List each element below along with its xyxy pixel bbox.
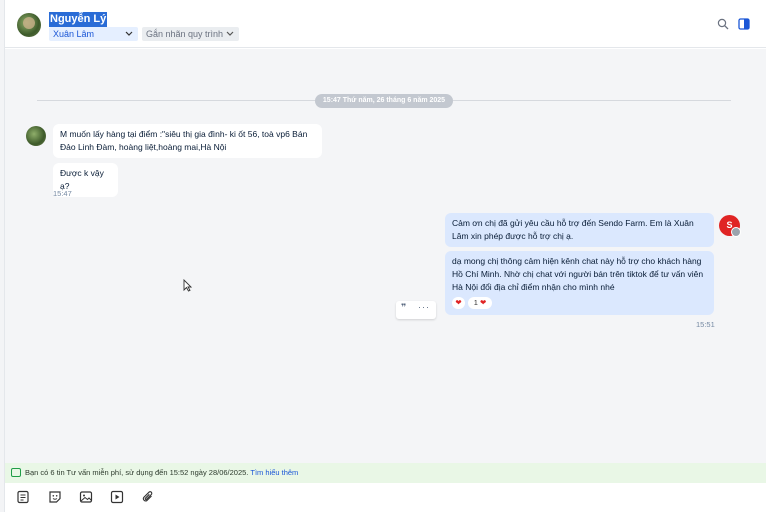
date-separator: 15:47 Thứ năm, 26 tháng 6 năm 2025 bbox=[315, 94, 453, 108]
heart-icon[interactable]: ❤ bbox=[452, 297, 465, 309]
message-area[interactable]: 15:47 Thứ năm, 26 tháng 6 năm 2025 M muố… bbox=[5, 49, 766, 463]
image-icon[interactable] bbox=[79, 490, 93, 504]
chat-bubble-icon bbox=[11, 468, 21, 477]
message-time: 15:51 bbox=[696, 320, 715, 329]
outgoing-message-text: dạ mong chị thông cảm hiện kênh chat này… bbox=[452, 256, 704, 292]
outgoing-message[interactable]: Cảm ơn chị đã gửi yêu cầu hỗ trợ đến Sen… bbox=[445, 213, 714, 247]
mouse-cursor-icon bbox=[183, 279, 192, 292]
chevron-down-icon bbox=[226, 27, 234, 45]
note-icon[interactable] bbox=[16, 490, 30, 504]
assignee-label: Xuân Lâm bbox=[53, 29, 95, 39]
sticker-icon[interactable] bbox=[48, 490, 62, 504]
more-icon[interactable]: ··· bbox=[418, 302, 430, 312]
search-icon[interactable] bbox=[717, 18, 729, 30]
chevron-down-icon bbox=[125, 27, 133, 45]
heart-icon: ❤ bbox=[479, 298, 487, 307]
panel-toggle-icon[interactable] bbox=[738, 18, 750, 30]
customer-avatar[interactable] bbox=[26, 126, 46, 146]
chat-header: Nguyễn Lý Xuân Lâm Gắn nhãn quy trình bbox=[5, 0, 766, 48]
tag-process-dropdown[interactable]: Gắn nhãn quy trình bbox=[142, 27, 239, 41]
incoming-message[interactable]: M muốn lấy hàng tại điểm :"siêu thị gia … bbox=[53, 124, 322, 158]
attachment-icon[interactable] bbox=[141, 490, 155, 504]
reaction-count: 1 bbox=[473, 298, 478, 307]
learn-more-link[interactable]: Tìm hiểu thêm bbox=[250, 468, 298, 477]
free-consult-notice: Bạn có 6 tin Tư vấn miễn phí, sử dụng đế… bbox=[5, 463, 766, 483]
agent-avatar[interactable]: S bbox=[719, 215, 741, 237]
quote-icon[interactable]: ❞ bbox=[401, 303, 406, 313]
tag-process-label: Gắn nhãn quy trình bbox=[146, 29, 224, 39]
message-time: 15:47 bbox=[53, 189, 72, 198]
message-hover-tools: ❞ ··· bbox=[396, 301, 436, 319]
contact-avatar[interactable] bbox=[17, 13, 41, 37]
notice-text: Bạn có 6 tin Tư vấn miễn phí, sử dụng đế… bbox=[25, 468, 249, 477]
reaction-summary[interactable]: 1 ❤ bbox=[468, 297, 492, 309]
composer-toolbar bbox=[5, 483, 766, 512]
contact-name[interactable]: Nguyễn Lý bbox=[49, 12, 108, 27]
assignee-dropdown[interactable]: Xuân Lâm bbox=[49, 27, 138, 41]
video-icon[interactable] bbox=[110, 490, 124, 504]
